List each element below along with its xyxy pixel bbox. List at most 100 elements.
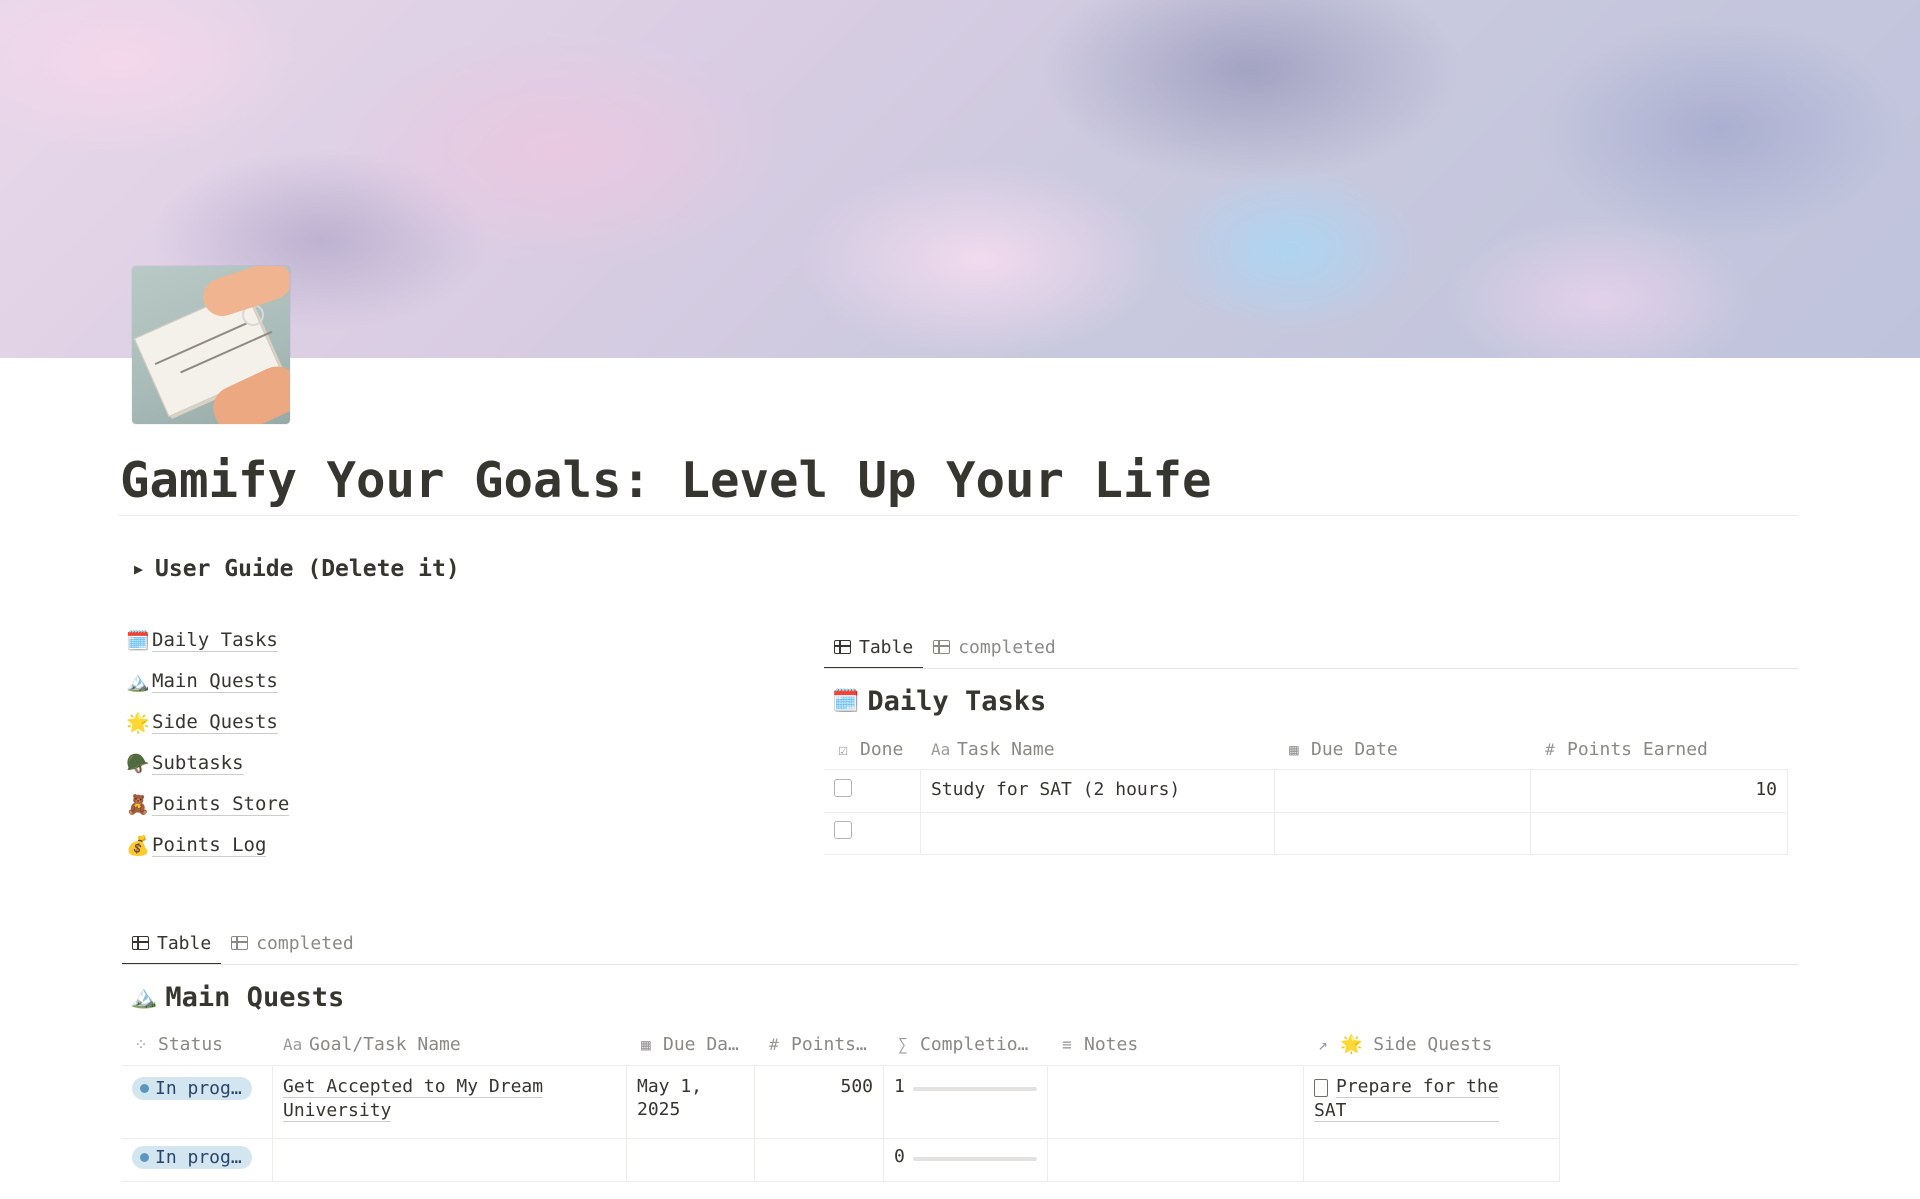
completion-value: 0 (894, 1146, 905, 1167)
goal-name-line[interactable]: Get Accepted to My Dream (283, 1076, 544, 1098)
teddy-bear-icon: 🧸 (126, 794, 150, 816)
col-goal-task-name[interactable]: Aa Goal/Task Name (273, 1024, 627, 1065)
notes-cell[interactable] (1048, 1066, 1304, 1138)
link-subtasks[interactable]: 🪖 Subtasks (126, 743, 289, 784)
col-points-earned[interactable]: # Points Earned (1531, 729, 1788, 769)
daily-tabs-divider (824, 668, 1798, 669)
link-side-quests[interactable]: 🌟 Side Quests (126, 702, 289, 743)
column-label: Task Name (957, 738, 1055, 760)
link-label[interactable]: Points Store (152, 793, 290, 817)
tab-completed[interactable]: completed (923, 626, 1066, 668)
table-header-row: ⁘ Status Aa Goal/Task Name ▦ Due Da… # Point… (122, 1023, 1560, 1066)
daily-view-tabs: Table completed (824, 626, 1066, 669)
table-icon (834, 640, 851, 654)
table-row (824, 812, 1788, 855)
table-row: Study for SAT (2 hours) 10 (824, 769, 1788, 813)
goal-name-cell[interactable] (273, 1138, 627, 1181)
column-label: Done (860, 738, 904, 760)
tab-label: completed (256, 932, 354, 954)
helmet-icon: 🪖 (126, 753, 150, 775)
col-completion[interactable]: ∑ Completio… (884, 1024, 1048, 1065)
link-label[interactable]: Daily Tasks (152, 629, 278, 653)
points-cell[interactable]: 500 (755, 1066, 884, 1138)
link-main-quests[interactable]: 🏔️ Main Quests (126, 661, 289, 702)
text-icon: Aa (931, 739, 951, 759)
completion-cell[interactable]: 0 (884, 1138, 1048, 1181)
due-date-line: May 1, (637, 1076, 703, 1097)
due-date-cell[interactable] (627, 1138, 755, 1181)
link-daily-tasks[interactable]: 🗓️ Daily Tasks (126, 620, 289, 661)
text-icon: Aa (283, 1035, 303, 1054)
calendar-icon: ▦ (1289, 739, 1299, 759)
col-task-name[interactable]: Aa Task Name (921, 729, 1275, 769)
toggle-triangle-icon[interactable]: ▶ (134, 560, 143, 578)
due-date-cell[interactable] (1275, 812, 1531, 854)
lines-icon: ≡ (1062, 1035, 1072, 1054)
points-cell[interactable] (1531, 812, 1788, 854)
due-date-cell[interactable] (1275, 770, 1531, 812)
completion-cell[interactable]: 1 (884, 1066, 1048, 1138)
table-header-row: ☑ Done Aa Task Name ▦ Due Date # Points Earn… (824, 728, 1788, 770)
status-dot-icon (140, 1084, 149, 1093)
page-icon (1314, 1079, 1328, 1097)
notes-cell[interactable] (1048, 1138, 1304, 1181)
due-date-cell[interactable]: May 1, 2025 (627, 1066, 755, 1138)
goal-name-cell[interactable]: Get Accepted to My Dream University (273, 1066, 627, 1138)
checkbox[interactable] (834, 779, 852, 797)
column-label: Status (158, 1034, 224, 1055)
tab-label: Table (859, 636, 914, 658)
link-label[interactable]: Side Quests (152, 711, 278, 735)
task-name-cell[interactable]: Study for SAT (2 hours) (921, 770, 1275, 812)
column-label: Goal/Task Name (309, 1034, 461, 1055)
done-cell[interactable] (824, 770, 921, 812)
col-due-date[interactable]: ▦ Due Da… (627, 1024, 755, 1065)
link-points-store[interactable]: 🧸 Points Store (126, 784, 290, 825)
column-label: Points… (791, 1034, 867, 1055)
link-points-log[interactable]: 💰 Points Log (126, 825, 289, 866)
link-label[interactable]: Points Log (152, 834, 267, 858)
side-quest-link[interactable]: Prepare for the SAT (1314, 1076, 1499, 1122)
checkbox[interactable] (834, 821, 852, 839)
db-title-text: Daily Tasks (867, 686, 1047, 717)
user-guide-toggle[interactable]: ▶ User Guide (Delete it) (134, 556, 460, 582)
page-title[interactable]: Gamify Your Goals: Level Up Your Life (120, 452, 1212, 511)
side-quest-line[interactable]: Prepare for the (1336, 1076, 1499, 1098)
col-notes[interactable]: ≡ Notes (1048, 1024, 1304, 1065)
mountain-icon: 🏔️ (130, 985, 158, 1010)
task-name-cell[interactable] (921, 812, 1275, 854)
status-cell[interactable]: In prog… (122, 1066, 273, 1138)
db-title-text: Main Quests (165, 982, 345, 1013)
tab-table[interactable]: Table (824, 626, 924, 669)
link-label[interactable]: Subtasks (152, 752, 244, 776)
side-quests-cell[interactable]: Prepare for the SAT (1304, 1066, 1560, 1138)
main-db-title[interactable]: 🏔️ Main Quests (130, 982, 344, 1013)
title-divider (118, 515, 1798, 516)
status-badge[interactable]: In prog… (132, 1077, 252, 1100)
points-cell[interactable]: 10 (1531, 770, 1788, 812)
status-cell[interactable]: In prog… (122, 1138, 273, 1181)
side-quest-line[interactable]: SAT (1314, 1100, 1499, 1122)
checkbox-icon: ☑ (838, 739, 848, 759)
mountain-icon: 🏔️ (126, 671, 150, 693)
column-label: Completio… (920, 1034, 1029, 1055)
daily-db-title[interactable]: 🗓️ Daily Tasks (832, 686, 1046, 717)
main-tabs-divider (122, 964, 1798, 965)
page-icon-image[interactable] (132, 266, 290, 424)
table-icon (933, 640, 951, 654)
col-side-quests[interactable]: ↗ 🌟 Side Quests (1304, 1024, 1560, 1065)
link-label[interactable]: Main Quests (152, 670, 278, 694)
toggle-label[interactable]: User Guide (Delete it) (155, 556, 460, 582)
done-cell[interactable] (824, 812, 921, 854)
calendar-icon: 🗓️ (126, 630, 150, 652)
col-status[interactable]: ⁘ Status (122, 1024, 273, 1065)
tab-table[interactable]: Table (122, 922, 222, 965)
side-quests-cell[interactable] (1304, 1138, 1560, 1181)
completion-value: 1 (894, 1076, 905, 1097)
col-points[interactable]: # Points… (755, 1024, 884, 1065)
points-cell[interactable] (755, 1138, 884, 1181)
status-badge[interactable]: In prog… (132, 1146, 252, 1169)
col-due-date[interactable]: ▦ Due Date (1275, 729, 1531, 769)
goal-name-line[interactable]: University (283, 1100, 392, 1122)
col-done[interactable]: ☑ Done (824, 729, 921, 769)
tab-completed[interactable]: completed (221, 922, 364, 964)
